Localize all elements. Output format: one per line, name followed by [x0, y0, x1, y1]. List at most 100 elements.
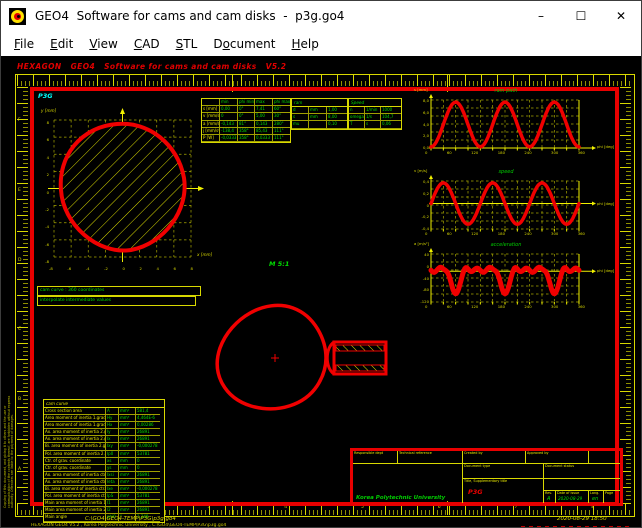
- tick-label: -6: [45, 242, 49, 247]
- menu-document[interactable]: Document: [205, 35, 283, 53]
- tb-label: Created by: [464, 451, 483, 455]
- table-cell: Hx: [106, 422, 119, 429]
- table-cell: ys: [106, 465, 119, 472]
- table-cell: 280°: [273, 121, 290, 128]
- table-cell: 104,7: [381, 114, 401, 121]
- table-cell: 0,06: [381, 121, 401, 128]
- plot-acceleration: acceleration a [m/s²] 400-40-80-120 0601…: [416, 248, 606, 314]
- table-row: dmm1,00: [292, 107, 347, 114]
- table-cell: Ax. area moment of inertia ctr.grv.: [44, 479, 106, 486]
- table-cell: mm: [309, 107, 327, 114]
- speed-table: Speed n1/min1000omega1/s104,7Ts0,06: [348, 98, 402, 130]
- tb-label: Lang.: [590, 491, 599, 495]
- ram-table-title: ram: [292, 99, 347, 107]
- tick-label: 0,4: [423, 179, 429, 184]
- table-cell: Pol. area moment of inertia ctr.grv.: [44, 493, 106, 500]
- tick-label: 2: [47, 172, 49, 177]
- tick-label: 0: [425, 304, 427, 309]
- table-cell: phi max: [273, 99, 290, 106]
- plot-x-axis-label: phi [deg]: [597, 201, 614, 206]
- plot-title: ram path: [416, 88, 596, 94]
- tick-label: 8: [47, 120, 49, 125]
- tick-label: -2: [45, 207, 49, 212]
- profile-y-ticks: 86420-2-4-6-8: [37, 120, 49, 264]
- plot-x-axis-label: phi [deg]: [597, 144, 614, 149]
- table-cell: I1: [106, 500, 119, 507]
- table-cell: 53781: [136, 493, 160, 500]
- table-cell: 4,464E-6: [136, 415, 160, 422]
- plot-speed: speed v [m/s] 0,40,20-0,2-0,4 0601201802…: [416, 175, 606, 241]
- tick-label: 240: [524, 304, 531, 309]
- table-cell: Pol. area moment of inertia 2.grad: [44, 451, 106, 458]
- app-icon: [9, 8, 26, 25]
- title-bar[interactable]: GEO4 Software for cams and cam disks - p…: [1, 1, 641, 31]
- table-cell: s: [292, 114, 309, 121]
- table-cell: 358°: [238, 135, 255, 142]
- tick-label: 8,0: [423, 98, 429, 103]
- table-cell: Ixy: [106, 443, 119, 450]
- ram-rows: dmm1,00smm8,00mu0,10: [292, 107, 347, 129]
- menu-bar: File Edit View CAD STL Document Help: [1, 31, 641, 56]
- app-window: GEO4 Software for cams and cam disks - p…: [0, 0, 642, 528]
- window-title: GEO4 Software for cams and cam disks - p…: [35, 9, 344, 23]
- cam-disk-outline: [217, 305, 326, 408]
- table-cell: 0°: [238, 106, 255, 113]
- cam-profile-curve: [61, 124, 185, 251]
- table-cell: s [mm]: [202, 106, 220, 113]
- menu-file[interactable]: File: [6, 35, 42, 53]
- table-row: Area moment of inertia 1.gradHymm³4,464E…: [44, 415, 164, 422]
- tb-created: Created by: [463, 451, 526, 464]
- close-button[interactable]: ✕: [601, 1, 641, 31]
- menu-edit[interactable]: Edit: [42, 35, 81, 53]
- tick-label: 0: [427, 203, 429, 208]
- menu-stl[interactable]: STL: [168, 35, 206, 53]
- x-axis-arrow-icon: [198, 186, 204, 191]
- table-cell: Ctr. of grav. coordinate: [44, 465, 106, 472]
- tick-label: 40: [424, 252, 429, 257]
- tb-label: Technical reference: [399, 451, 432, 455]
- plot-svg: [416, 94, 606, 158]
- tick-label: 6: [174, 266, 176, 271]
- table-cell: mm: [119, 465, 136, 472]
- table-cell: Ctr. of grav. coordinate: [44, 458, 106, 465]
- tb-empty: [589, 451, 620, 464]
- tick-label: 60: [447, 304, 452, 309]
- maximize-button[interactable]: ☐: [561, 1, 601, 31]
- table-row: Bi. area moment of inertia 2.gradIxymm⁴-…: [44, 443, 164, 450]
- table-cell: A: [106, 408, 119, 415]
- cam-properties-rows: Cross section areaAmm²581,4Area moment o…: [44, 408, 164, 522]
- table-cell: Ax. area moment of inertia ctr.grv.: [44, 472, 106, 479]
- table-cell: Bi. area moment of inertia 2.grad: [44, 443, 106, 450]
- tick-label: 180: [498, 304, 505, 309]
- tick-label: -8: [45, 259, 49, 264]
- tick-label: -2: [104, 266, 108, 271]
- plot-svg: [416, 175, 606, 239]
- tick-label: 6: [47, 137, 49, 142]
- tick-label: C: [18, 327, 21, 332]
- plot-y-axis-label: s [mm]: [414, 87, 428, 92]
- menu-text: TL: [183, 37, 197, 51]
- table-cell: 1,00: [327, 107, 347, 114]
- table-row: omega1/s104,7: [349, 114, 401, 121]
- drawing-canvas[interactable]: HEXAGON GEO4 Software for cams and cam d…: [1, 56, 642, 528]
- table-cell: Area moment of inertia 1.grad: [44, 422, 106, 429]
- table-cell: -0,0333: [220, 135, 238, 142]
- tb-lang: Lang. en: [589, 491, 604, 503]
- ruler-top: [17, 75, 631, 86]
- table-cell: mm: [119, 458, 136, 465]
- tick-label: 4: [157, 266, 159, 271]
- menu-cad[interactable]: CAD: [126, 35, 168, 53]
- table-cell: 1/min: [365, 107, 381, 114]
- plot-title: acceleration: [416, 242, 596, 248]
- status-file-path: C:\GO4\GEO4-TEMP\P3G\p3g.go4: [85, 516, 176, 522]
- table-cell: v [mm/s]: [202, 113, 220, 120]
- table-row: Pol. area moment of inertia ctr.grv.IpSm…: [44, 493, 164, 500]
- tb-responsible: Responsible dept: [353, 451, 398, 464]
- minimize-button[interactable]: –: [521, 1, 561, 31]
- tick-label: 300: [551, 150, 558, 155]
- table-cell: -0,000278: [136, 443, 160, 450]
- plot-x-axis-label: phi [deg]: [597, 268, 614, 273]
- menu-view[interactable]: View: [81, 35, 125, 53]
- table-row: minphi minmaxphi max: [202, 99, 290, 106]
- menu-help[interactable]: Help: [284, 35, 327, 53]
